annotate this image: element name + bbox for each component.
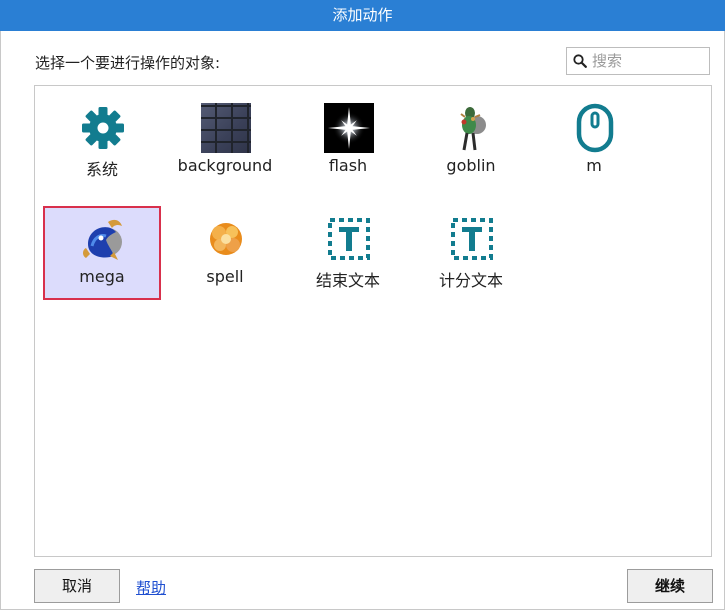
object-item-background[interactable]: background bbox=[166, 87, 284, 181]
text-object-icon bbox=[451, 218, 493, 260]
object-label: goblin bbox=[446, 156, 496, 175]
help-link[interactable]: 帮助 bbox=[136, 577, 166, 598]
object-label: 系统 bbox=[85, 160, 118, 179]
continue-button[interactable]: 继续 bbox=[627, 569, 713, 603]
cancel-button[interactable]: 取消 bbox=[34, 569, 120, 603]
brick-wall-image bbox=[201, 103, 251, 153]
object-label: flash bbox=[328, 156, 368, 175]
object-label: spell bbox=[206, 267, 244, 286]
goblin-sprite bbox=[460, 107, 486, 151]
search-box[interactable] bbox=[566, 47, 710, 75]
object-list: 系统 background flash goblin m mega spell … bbox=[34, 85, 712, 557]
object-label: mega bbox=[79, 267, 125, 286]
spell-explosion-sprite bbox=[210, 223, 242, 255]
gear-icon bbox=[82, 107, 124, 149]
search-input[interactable] bbox=[592, 49, 704, 73]
mega-sprite bbox=[83, 219, 122, 260]
object-item-goblin[interactable]: goblin bbox=[412, 87, 530, 181]
object-label: 计分文本 bbox=[438, 271, 503, 290]
text-object-icon bbox=[328, 218, 370, 260]
object-item-system[interactable]: 系统 bbox=[43, 87, 161, 181]
object-label: 结束文本 bbox=[315, 271, 380, 290]
object-item-flash[interactable]: flash bbox=[289, 87, 407, 181]
object-label: m bbox=[586, 156, 602, 175]
object-item-mega[interactable]: mega bbox=[43, 206, 161, 300]
object-item-score-text[interactable]: 计分文本 bbox=[412, 206, 530, 300]
window-title: 添加动作 bbox=[0, 0, 725, 31]
object-item-end-text[interactable]: 结束文本 bbox=[289, 206, 407, 300]
object-label: background bbox=[177, 156, 273, 175]
prompt-label: 选择一个要进行操作的对象: bbox=[35, 54, 221, 72]
object-item-m[interactable]: m bbox=[535, 87, 653, 181]
flash-star-image bbox=[324, 103, 374, 153]
mouse-icon bbox=[576, 103, 614, 153]
object-item-spell[interactable]: spell bbox=[166, 206, 284, 300]
search-icon bbox=[573, 54, 587, 68]
